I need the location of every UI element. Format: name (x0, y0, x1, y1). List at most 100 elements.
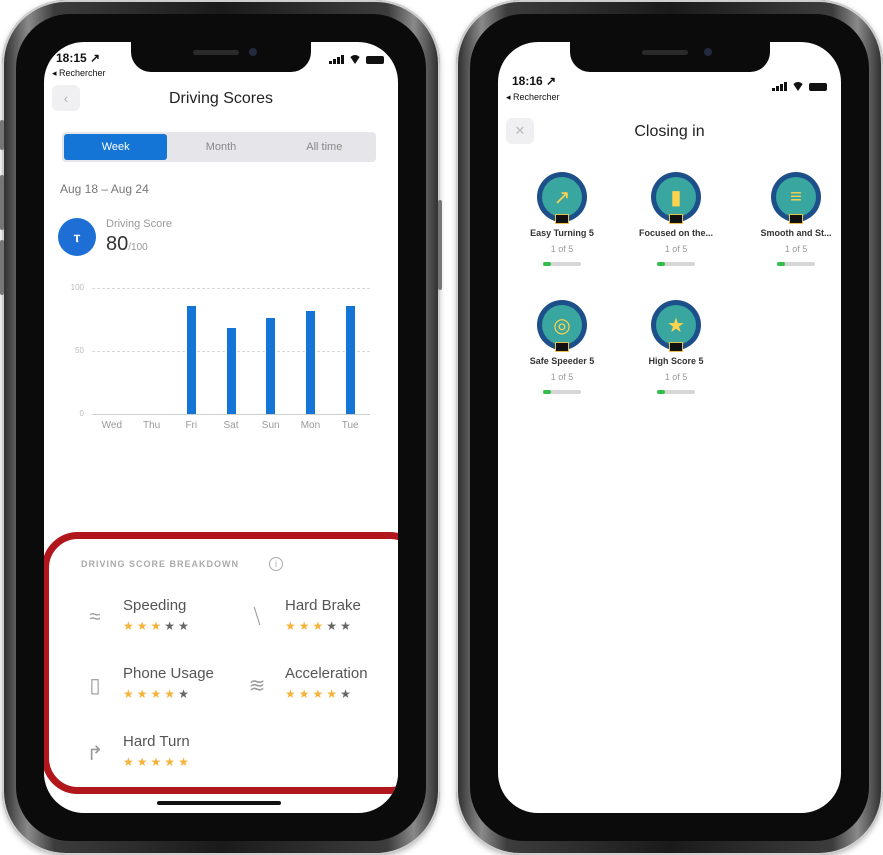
acceleration-icon: ≋ (248, 674, 266, 697)
breakdown-title: DRIVING SCORE BREAKDOWN (81, 559, 240, 569)
chart-bar[interactable] (266, 318, 276, 414)
signal-icon (329, 55, 344, 64)
chart-bar[interactable] (345, 305, 355, 414)
badge-progress: 1 of 5 (664, 244, 688, 254)
star-icon: ★ (123, 687, 137, 701)
progress-bar (543, 262, 581, 266)
star-rating: ★★★★★ (123, 687, 192, 701)
x-tick-label: Sat (223, 420, 239, 431)
driving-score-chart: 100 50 0 Wed Thu Fri Sat Sun Mon Tue (64, 282, 370, 432)
badge-high-score[interactable]: ★ High Score 5 1 of 5 (620, 300, 732, 394)
side-button (438, 200, 442, 290)
badge-name: Easy Turning 5 (530, 228, 594, 238)
badge-easy-turning[interactable]: ↗ Easy Turning 5 1 of 5 (506, 172, 618, 266)
star-icon: ★ (164, 687, 179, 701)
status-icons (329, 55, 384, 64)
bezel: 18:15 ↗ ◂ Rechercher ‹ Driving Scores We… (16, 14, 426, 841)
badge-progress: 1 of 5 (550, 244, 574, 254)
road-badge-icon: ≡ (776, 177, 816, 217)
progress-fill (777, 262, 785, 266)
notch (569, 42, 770, 72)
bezel: 18:16 ↗ ◂ Rechercher ✕ Closing in ↗ Easy… (470, 14, 869, 841)
chart-bar[interactable] (186, 305, 196, 414)
gridline (92, 414, 370, 415)
badge-focused[interactable]: ▮ Focused on the... 1 of 5 (620, 172, 732, 266)
status-time: 18:15 ↗ (56, 51, 101, 65)
side-button (0, 120, 4, 150)
phone-icon: ▯ (89, 674, 101, 697)
star-icon: ★ (150, 687, 165, 701)
metric-label: Hard Brake (285, 597, 361, 614)
x-tick-label: Mon (300, 420, 321, 431)
metric-label: Phone Usage (123, 665, 214, 682)
y-tick-label: 50 (75, 346, 84, 355)
wifi-icon (792, 82, 804, 91)
period-segmented-control: Week Month All time (62, 132, 376, 162)
score-out-of: /100 (128, 242, 148, 253)
star-icon: ★ (136, 687, 151, 701)
star-icon: ★ (340, 687, 354, 701)
score-value: 80/100 (106, 233, 148, 256)
progress-fill (543, 262, 551, 266)
badge-name: High Score 5 (648, 356, 704, 366)
badge-name: Safe Speeder 5 (529, 356, 595, 366)
tab-month[interactable]: Month (169, 132, 272, 162)
turn-arrow-icon: ↱ (86, 742, 104, 765)
star-icon: ★ (285, 687, 299, 701)
status-time: 18:16 ↗ (512, 74, 557, 88)
x-tick-label: Fri (185, 420, 198, 431)
badge-progress: 1 of 5 (550, 372, 574, 382)
back-to-search-link[interactable]: ◂ Rechercher (52, 68, 106, 79)
phone-badge-icon: ▮ (656, 177, 696, 217)
star-icon: ★ (285, 619, 299, 633)
right-phone-frame: 18:16 ↗ ◂ Rechercher ✕ Closing in ↗ Easy… (456, 0, 883, 855)
notch (131, 42, 311, 72)
progress-bar (777, 262, 815, 266)
star-icon: ★ (164, 755, 179, 769)
badge-progress: 1 of 5 (664, 372, 688, 382)
progress-fill (657, 390, 665, 394)
star-rating: ★★★★★ (285, 687, 354, 701)
star-icon: ★ (150, 755, 165, 769)
badge-safe-speeder[interactable]: ◎ Safe Speeder 5 1 of 5 (506, 300, 618, 394)
gridline (92, 288, 370, 289)
badge-name: Focused on the... (638, 228, 713, 238)
star-icon: ★ (312, 619, 327, 633)
page-title: Driving Scores (168, 90, 274, 107)
left-screen: 18:15 ↗ ◂ Rechercher ‹ Driving Scores We… (44, 42, 398, 813)
star-icon: ★ (150, 619, 165, 633)
metric-label: Speeding (123, 597, 187, 614)
left-phone-frame: 18:15 ↗ ◂ Rechercher ‹ Driving Scores We… (0, 0, 442, 855)
badge-progress: 1 of 5 (784, 244, 808, 254)
battery-icon (809, 83, 827, 91)
brake-icon: ⧹ (253, 605, 261, 628)
metric-label: Acceleration (285, 665, 368, 682)
progress-bar (657, 262, 695, 266)
home-indicator[interactable] (157, 801, 281, 805)
metric-label: Hard Turn (123, 733, 190, 750)
chart-bar[interactable] (226, 328, 236, 414)
chart-bar[interactable] (305, 310, 315, 414)
back-to-search-link[interactable]: ◂ Rechercher (506, 92, 560, 103)
tab-week[interactable]: Week (64, 134, 168, 160)
route-icon: ⲧ (58, 218, 96, 256)
star-icon: ★ (178, 755, 192, 769)
star-icon: ★ (164, 619, 179, 633)
score-number: 80 (106, 233, 129, 255)
x-tick-label: Thu (142, 420, 161, 431)
star-icon: ★ (312, 687, 327, 701)
star-icon: ★ (298, 619, 313, 633)
star-icon: ★ (326, 619, 341, 633)
star-rating: ★★★★★ (285, 619, 354, 633)
side-button (0, 175, 4, 230)
star-icon: ★ (298, 687, 313, 701)
star-icon: ★ (178, 619, 192, 633)
star-icon: ★ (123, 619, 137, 633)
star-icon: ★ (123, 755, 137, 769)
info-icon[interactable]: i (269, 557, 283, 571)
badge-name: Smooth and St... (760, 228, 832, 238)
tab-all-time[interactable]: All time (273, 132, 376, 162)
badge-smooth[interactable]: ≡ Smooth and St... 1 of 5 (740, 172, 841, 266)
x-tick-label: Tue (341, 420, 359, 431)
page-title: Closing in (634, 123, 705, 140)
